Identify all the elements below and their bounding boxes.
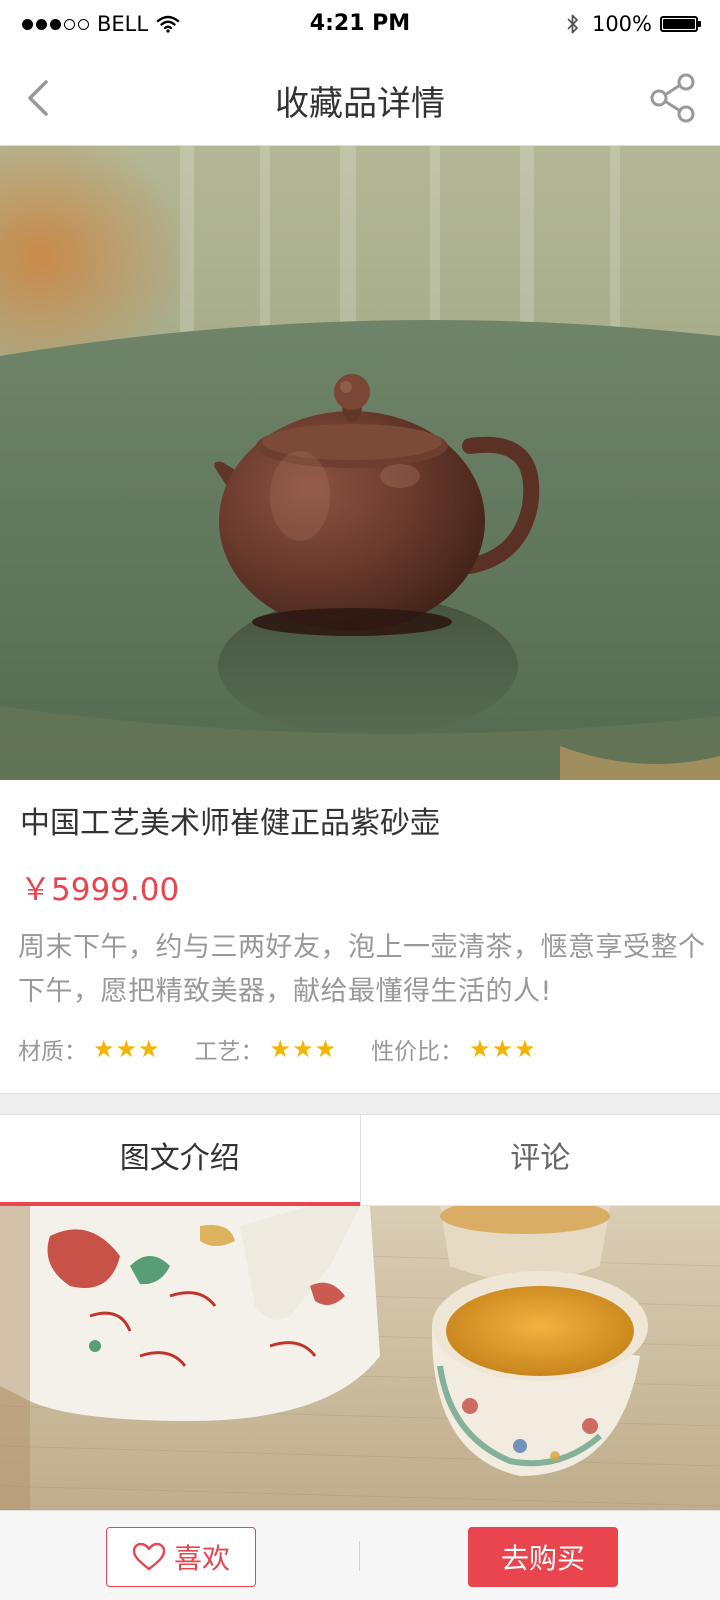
star-icon: ★ [138, 1035, 160, 1063]
star-icon: ★ [115, 1035, 138, 1063]
like-button[interactable]: 喜欢 [106, 1527, 256, 1587]
rating-craftsmanship: 工艺： ★ ★ ★ [195, 1032, 338, 1066]
star-icon: ★ [93, 1035, 115, 1063]
rating-material: 材质： ★ ★ ★ [18, 1032, 161, 1066]
like-label: 喜欢 [173, 1542, 230, 1575]
section-divider [0, 1093, 720, 1115]
bluetooth-icon [567, 14, 578, 34]
heart-icon [132, 1542, 166, 1571]
star-icon: ★ [314, 1035, 337, 1063]
page-title: 收藏品详情 [275, 84, 445, 124]
star-icon: ★ [469, 1035, 491, 1063]
status-bar: BELL 4:21 PM 100% [0, 0, 720, 50]
product-price: ￥5999.00 [20, 872, 180, 908]
star-icon: ★ [514, 1035, 536, 1063]
ratings-row: 材质： ★ ★ ★ 工艺： ★ ★ ★ 性价比： ★ ★ ★ [18, 1032, 571, 1066]
navigation-bar: 收藏品详情 [0, 50, 720, 146]
star-rating: ★ ★ ★ [469, 1037, 537, 1061]
rating-label: 性价比： [371, 1039, 464, 1065]
rating-label: 材质： [18, 1039, 87, 1065]
battery-percent: 100% [591, 12, 652, 36]
tea-set-photo [0, 1206, 720, 1510]
star-icon: ★ [491, 1035, 514, 1063]
star-rating: ★ ★ ★ [270, 1037, 338, 1061]
rating-label: 工艺： [194, 1039, 264, 1065]
tab-comments[interactable]: 评论 [359, 1115, 720, 1205]
buy-button[interactable]: 去购买 [468, 1527, 618, 1587]
detail-image [0, 1206, 720, 1510]
share-icon[interactable] [646, 70, 702, 126]
star-rating: ★ ★ ★ [93, 1037, 161, 1061]
battery-icon [660, 16, 701, 32]
button-divider [359, 1541, 360, 1571]
star-icon: ★ [269, 1035, 292, 1063]
product-info: 中国工艺美术师崔健正品紫砂壶 ￥5999.00 周末下午，约与三两好友，泡上一壶… [0, 780, 720, 1093]
star-icon: ★ [292, 1035, 314, 1063]
product-title: 中国工艺美术师崔健正品紫砂壶 [20, 806, 440, 841]
product-image[interactable] [0, 146, 720, 780]
tab-intro[interactable]: 图文介绍 [0, 1115, 360, 1206]
detail-tabs: 图文介绍 评论 [0, 1115, 720, 1206]
rating-value: 性价比： ★ ★ ★ [371, 1032, 537, 1066]
product-description: 周末下午，约与三两好友，泡上一壶清茶，惬意享受整个下午，愿把精致美器，献给最懂得… [18, 932, 706, 1007]
teapot-photo [0, 146, 720, 780]
bottom-action-bar: 喜欢 去购买 [0, 1510, 720, 1600]
